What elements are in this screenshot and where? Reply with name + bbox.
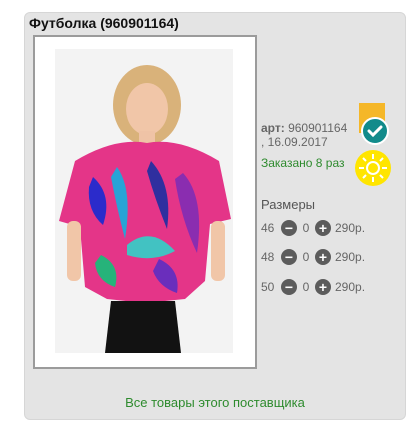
supplier-link[interactable]: Все товары этого поставщика: [25, 395, 405, 410]
product-photo-frame[interactable]: [33, 35, 257, 369]
size-price: 290р.: [335, 221, 366, 235]
sizes-title: Размеры: [261, 197, 316, 212]
check-icon: [361, 117, 389, 145]
plus-icon[interactable]: +: [315, 249, 331, 265]
product-title: Футболка (960901164): [29, 15, 179, 31]
minus-icon[interactable]: −: [281, 220, 297, 236]
size-label: 50: [261, 280, 275, 294]
size-qty: 0: [302, 250, 310, 264]
minus-icon[interactable]: −: [281, 249, 297, 265]
product-card: Футболка (960901164) арт: 960901164 , 16…: [24, 12, 406, 420]
plus-icon[interactable]: +: [315, 279, 331, 295]
sun-icon: [355, 150, 391, 186]
ordered-count: Заказано 8 раз: [261, 156, 345, 170]
product-photo[interactable]: [55, 49, 233, 353]
art-value: 960901164: [288, 121, 348, 135]
size-price: 290р.: [335, 250, 366, 264]
plus-icon[interactable]: +: [315, 220, 331, 236]
art-label: арт:: [261, 121, 285, 135]
size-qty: 0: [302, 280, 310, 294]
product-info: арт: 960901164 , 16.09.2017: [261, 121, 347, 149]
size-row-50: 50 − 0 + 290р.: [261, 278, 365, 296]
size-label: 46: [261, 221, 275, 235]
minus-icon[interactable]: −: [281, 279, 297, 295]
size-price: 290р.: [335, 280, 366, 294]
product-photo-illustration: [55, 49, 233, 353]
size-qty: 0: [302, 221, 310, 235]
product-date: , 16.09.2017: [261, 135, 328, 149]
size-label: 48: [261, 250, 275, 264]
size-row-48: 48 − 0 + 290р.: [261, 248, 365, 266]
size-row-46: 46 − 0 + 290р.: [261, 219, 365, 237]
